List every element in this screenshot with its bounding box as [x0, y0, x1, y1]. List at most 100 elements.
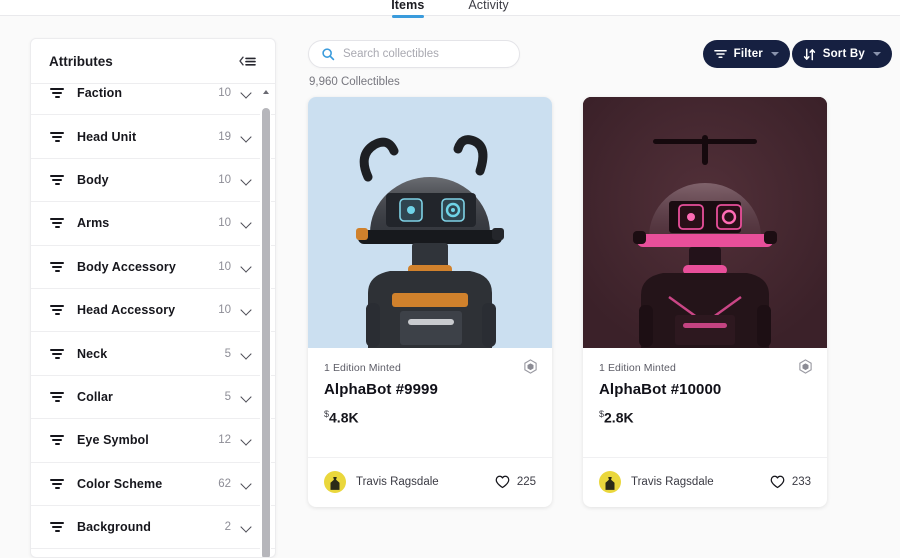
- attribute-label: Faction: [77, 86, 123, 101]
- attribute-row[interactable]: Background 2: [31, 505, 275, 550]
- owner-avatar[interactable]: [599, 471, 621, 494]
- filter-lines-icon: [713, 48, 727, 60]
- attribute-count: 5: [224, 347, 231, 360]
- filter-lines-icon: [49, 346, 65, 362]
- attribute-row[interactable]: Head Accessory 10: [31, 288, 275, 333]
- filter-lines-icon: [49, 432, 65, 448]
- scroll-up-arrow-icon[interactable]: [260, 85, 271, 99]
- caret-down-icon: [771, 52, 779, 56]
- attribute-count: 19: [218, 130, 231, 143]
- filter-lines-icon: [49, 85, 65, 101]
- scrollbar-thumb[interactable]: [261, 108, 270, 557]
- filter-lines-icon: [49, 259, 65, 275]
- collectible-artwork[interactable]: [583, 97, 827, 348]
- card-footer: Travis Ragsdale 233: [583, 456, 827, 507]
- filter-lines-icon: [49, 129, 65, 145]
- attribute-count: 62: [218, 477, 231, 490]
- chevron-down-icon[interactable]: [241, 131, 253, 143]
- results-count: 9,960 Collectibles: [309, 76, 400, 88]
- attribute-label: Arms: [77, 216, 110, 231]
- chevron-down-icon[interactable]: [241, 478, 253, 490]
- attribute-row[interactable]: Neck 5: [31, 332, 275, 376]
- card-footer: Travis Ragsdale 225: [308, 456, 552, 507]
- chevron-down-icon[interactable]: [241, 217, 253, 229]
- sort-by-button[interactable]: Sort By: [791, 40, 892, 68]
- collectible-title: AlphaBot #10000: [599, 381, 722, 398]
- hexagon-badge-icon: [798, 359, 813, 374]
- attribute-row[interactable]: Faction 10: [31, 84, 275, 116]
- attribute-label: Head Accessory: [77, 303, 176, 318]
- tab-items[interactable]: Items: [391, 0, 424, 15]
- attribute-row[interactable]: Body Accessory 10: [31, 245, 275, 289]
- collectible-card[interactable]: 1 Edition Minted AlphaBot #9999 $4.8K Travi…: [308, 97, 552, 507]
- chevron-down-icon[interactable]: [241, 87, 253, 99]
- filter-button-label: Filter: [733, 48, 763, 60]
- filter-button[interactable]: Filter: [702, 40, 790, 68]
- like-count: 225: [516, 476, 536, 489]
- like-control[interactable]: 225: [495, 475, 536, 489]
- price-value: 4.8K: [329, 409, 359, 426]
- owner-name[interactable]: Travis Ragsdale: [631, 476, 770, 488]
- attribute-label: Color Scheme: [77, 476, 163, 491]
- filter-lines-icon: [49, 519, 65, 535]
- search-input[interactable]: [343, 48, 507, 60]
- attribute-row[interactable]: Body 10: [31, 158, 275, 203]
- chevron-down-icon[interactable]: [241, 174, 253, 186]
- attribute-count: 10: [218, 173, 231, 186]
- attribute-label: Background: [77, 520, 151, 535]
- filter-lines-icon: [49, 389, 65, 405]
- chevron-down-icon[interactable]: [241, 304, 253, 316]
- attribute-row[interactable]: Collar 5: [31, 375, 275, 420]
- collectible-artwork[interactable]: [308, 97, 552, 348]
- attribute-row[interactable]: Eye Symbol 12: [31, 419, 275, 463]
- attributes-list[interactable]: Faction 10 Head Unit 19 Body 10 Arms 10 Body Acc…: [31, 84, 275, 557]
- sort-by-button-label: Sort By: [822, 48, 865, 60]
- edition-label: 1 Edition Minted: [324, 362, 401, 374]
- attribute-count: 10: [218, 304, 231, 317]
- collapse-panel-icon[interactable]: [237, 51, 257, 71]
- attribute-label: Head Unit: [77, 129, 137, 144]
- top-tab-bar: Items Activity: [0, 0, 900, 16]
- attribute-count: 10: [218, 217, 231, 230]
- card-body: 1 Edition Minted AlphaBot #10000 $2.8K: [583, 348, 827, 426]
- chevron-down-icon[interactable]: [241, 261, 253, 273]
- owner-name[interactable]: Travis Ragsdale: [356, 476, 495, 488]
- heart-icon[interactable]: [770, 475, 785, 489]
- collectible-price: $2.8K: [599, 409, 811, 426]
- chevron-down-icon[interactable]: [241, 521, 253, 533]
- attribute-count: 10: [218, 87, 231, 100]
- attribute-count: 10: [218, 260, 231, 273]
- heart-icon[interactable]: [495, 475, 510, 489]
- attribute-row[interactable]: Arms 10: [31, 202, 275, 246]
- tab-activity[interactable]: Activity: [468, 0, 508, 15]
- owner-avatar[interactable]: [324, 471, 346, 494]
- search-icon: [321, 47, 335, 61]
- collectible-price: $4.8K: [324, 409, 536, 426]
- attribute-label: Neck: [77, 346, 108, 361]
- filter-lines-icon: [49, 476, 65, 492]
- attribute-row[interactable]: Head Unit 19: [31, 115, 275, 159]
- price-value: 2.8K: [604, 409, 634, 426]
- collectible-card[interactable]: 1 Edition Minted AlphaBot #10000 $2.8K Trav…: [583, 97, 827, 507]
- hexagon-badge-icon: [523, 359, 538, 374]
- search-box[interactable]: [308, 40, 520, 68]
- filter-lines-icon: [49, 302, 65, 318]
- caret-down-icon: [873, 52, 881, 56]
- attribute-label: Eye Symbol: [77, 433, 149, 448]
- attribute-label: Collar: [77, 389, 114, 404]
- sidebar-scrollbar[interactable]: [260, 85, 271, 557]
- chevron-down-icon[interactable]: [241, 348, 253, 360]
- attribute-row[interactable]: Color Scheme 62: [31, 462, 275, 506]
- sort-arrows-icon: [803, 48, 816, 61]
- edition-label: 1 Edition Minted: [599, 362, 676, 374]
- like-count: 233: [791, 476, 811, 489]
- like-control[interactable]: 233: [770, 475, 811, 489]
- attribute-count: 12: [218, 434, 231, 447]
- card-body: 1 Edition Minted AlphaBot #9999 $4.8K: [308, 348, 552, 426]
- chevron-down-icon[interactable]: [241, 434, 253, 446]
- sidebar-title: Attributes: [49, 53, 113, 69]
- main-column: Filter Sort By 9,960 Collectibles 1 Edit…: [300, 16, 900, 549]
- attribute-count: 5: [224, 390, 231, 403]
- page-content: Attributes Faction 10 Head Unit 19 Body 10 Arm…: [0, 16, 900, 558]
- chevron-down-icon[interactable]: [241, 391, 253, 403]
